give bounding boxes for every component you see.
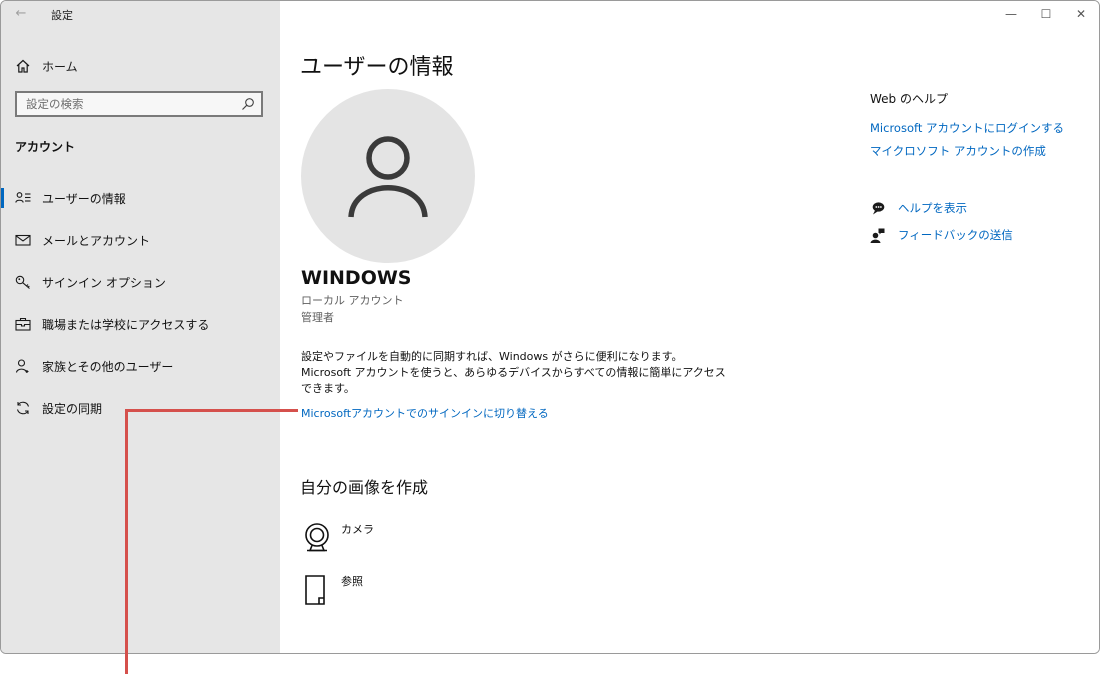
search-icon xyxy=(242,98,254,110)
section-label: アカウント xyxy=(15,140,76,154)
sidebar: ← 設定 ホーム 設定の検索 アカウント ユーザーの情報 メールとアカウント サ… xyxy=(1,1,280,653)
sync-description: 設定やファイルを自動的に同期すれば、Windows がさらに便利になります。 M… xyxy=(301,349,726,397)
sidebar-item-signin-options[interactable]: サインイン オプション xyxy=(1,269,280,295)
mail-icon xyxy=(14,232,31,249)
sidebar-item-work-school[interactable]: 職場または学校にアクセスする xyxy=(1,311,280,337)
nav-home-label: ホーム xyxy=(42,59,78,74)
camera-icon xyxy=(305,523,329,552)
search-input[interactable]: 設定の検索 xyxy=(17,96,241,112)
help-title: Web のヘルプ xyxy=(870,92,948,106)
sidebar-item-label: ユーザーの情報 xyxy=(42,191,126,206)
create-picture-title: 自分の画像を作成 xyxy=(300,478,429,497)
browse-label: 参照 xyxy=(341,575,363,588)
settings-window: ← 設定 ホーム 設定の検索 アカウント ユーザーの情報 メールとアカウント サ… xyxy=(0,0,1100,654)
description-line: 設定やファイルを自動的に同期すれば、Windows がさらに便利になります。 xyxy=(301,350,683,363)
window-title: 設定 xyxy=(51,9,73,22)
help-link-create-account[interactable]: マイクロソフト アカウントの作成 xyxy=(870,143,1046,159)
close-button[interactable]: ✕ xyxy=(1069,5,1093,23)
sync-icon xyxy=(14,400,31,417)
help-link-login[interactable]: Microsoft アカウントにログインする xyxy=(870,120,1064,136)
sidebar-item-label: 職場または学校にアクセスする xyxy=(42,317,210,332)
description-line: できます。 xyxy=(301,382,355,395)
minimize-button[interactable]: — xyxy=(999,5,1023,23)
back-button[interactable]: ← xyxy=(11,5,31,23)
feedback-icon xyxy=(870,228,885,243)
sidebar-item-label: メールとアカウント xyxy=(42,233,151,248)
sidebar-item-family[interactable]: 家族とその他のユーザー xyxy=(1,353,280,379)
get-help-label: ヘルプを表示 xyxy=(898,201,967,215)
callout-line-vertical xyxy=(125,409,128,674)
camera-option[interactable]: カメラ xyxy=(302,521,374,555)
chat-help-icon xyxy=(872,201,885,214)
get-help-link[interactable]: ヘルプを表示 xyxy=(870,200,967,216)
user-icon xyxy=(348,136,428,218)
key-icon xyxy=(14,274,31,291)
feedback-label: フィードバックの送信 xyxy=(898,228,1013,242)
user-name: WINDOWS xyxy=(301,267,412,289)
sidebar-item-sync[interactable]: 設定の同期 xyxy=(1,395,280,421)
sidebar-item-label: 家族とその他のユーザー xyxy=(42,359,174,374)
person-add-icon xyxy=(14,358,31,375)
page-title: ユーザーの情報 xyxy=(300,55,454,80)
browse-option[interactable]: 参照 xyxy=(302,573,363,607)
account-role: 管理者 xyxy=(301,311,334,324)
briefcase-icon xyxy=(14,316,31,333)
sidebar-item-mail[interactable]: メールとアカウント xyxy=(1,227,280,253)
sidebar-item-label: 設定の同期 xyxy=(42,401,103,416)
home-icon xyxy=(16,59,30,73)
callout-line-horizontal xyxy=(281,409,298,412)
feedback-link[interactable]: フィードバックの送信 xyxy=(870,227,1013,243)
sidebar-item-label: サインイン オプション xyxy=(42,275,166,290)
browse-file-icon xyxy=(305,575,325,605)
user-info-icon xyxy=(14,190,31,207)
main-content: — ☐ ✕ ユーザーの情報 WINDOWS ローカル アカウント 管理者 設定や… xyxy=(280,1,1099,653)
maximize-button[interactable]: ☐ xyxy=(1034,5,1058,23)
ms-signin-link[interactable]: Microsoftアカウントでのサインインに切り替える xyxy=(301,405,549,421)
account-type: ローカル アカウント xyxy=(301,294,404,307)
description-line: Microsoft アカウントを使うと、あらゆるデバイスからすべての情報に簡単に… xyxy=(301,366,726,379)
search-box[interactable]: 設定の検索 xyxy=(15,91,263,117)
callout-line-horizontal xyxy=(127,409,282,412)
camera-label: カメラ xyxy=(341,523,374,536)
avatar xyxy=(301,89,475,263)
nav-home[interactable]: ホーム xyxy=(15,56,78,76)
sidebar-item-user-info[interactable]: ユーザーの情報 xyxy=(1,185,280,211)
